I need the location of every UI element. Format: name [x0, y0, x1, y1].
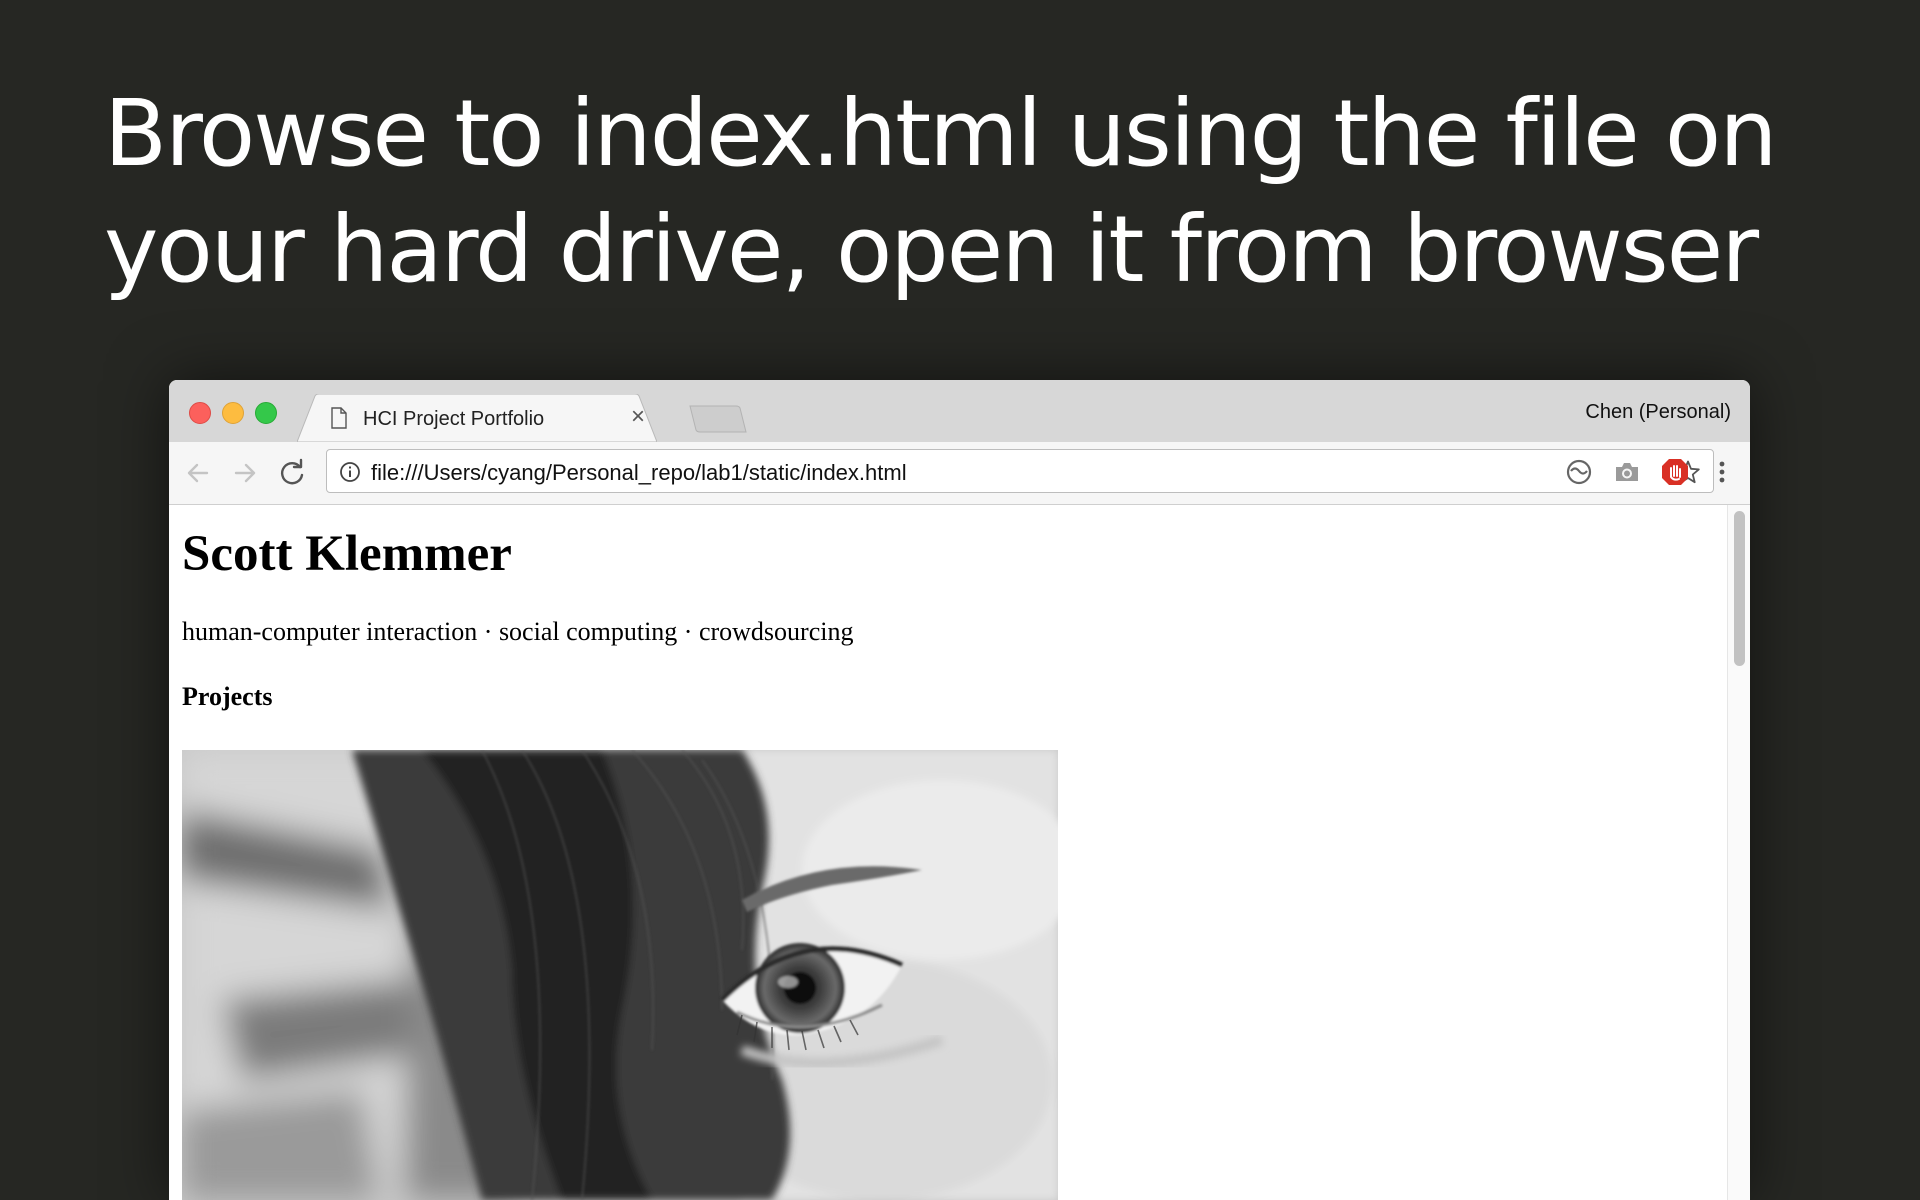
close-window-button[interactable] [189, 402, 211, 424]
url-text[interactable]: file:///Users/cyang/Personal_repo/lab1/s… [371, 460, 907, 486]
document-icon [330, 407, 348, 434]
sync-icon[interactable] [1564, 457, 1594, 487]
slide-title-line-1: Browse to index.html using the file on [104, 80, 1778, 187]
info-icon[interactable] [339, 461, 361, 488]
browser-toolbar: file:///Users/cyang/Personal_repo/lab1/s… [169, 442, 1750, 505]
tab-strip: HCI Project Portfolio × Chen (Personal) [169, 380, 1750, 442]
tab-hci-project-portfolio[interactable]: HCI Project Portfolio × [297, 394, 657, 442]
projects-heading: Projects [182, 682, 273, 711]
slide-title-line-2: your hard drive, open it from browser [104, 196, 1759, 303]
reload-icon[interactable] [277, 458, 307, 488]
tab-title: HCI Project Portfolio [363, 408, 545, 430]
browser-window: HCI Project Portfolio × Chen (Personal) [169, 380, 1750, 1200]
scrollbar-thumb[interactable] [1734, 511, 1745, 666]
vertical-scrollbar[interactable] [1727, 505, 1750, 1200]
close-tab-icon[interactable]: × [628, 405, 648, 429]
project-image [182, 750, 1058, 1200]
new-tab-button[interactable] [689, 404, 747, 439]
slide-title: Browse to index.html using the file on y… [104, 76, 1804, 308]
forward-icon[interactable] [230, 458, 260, 488]
maximize-window-button[interactable] [255, 402, 277, 424]
page-heading: Scott Klemmer [182, 526, 512, 582]
minimize-window-button[interactable] [222, 402, 244, 424]
address-bar[interactable]: file:///Users/cyang/Personal_repo/lab1/s… [326, 449, 1714, 493]
profile-name[interactable]: Chen (Personal) [1585, 401, 1731, 424]
page-tagline: human-computer interaction · social comp… [182, 617, 854, 646]
adblock-icon[interactable] [1660, 457, 1690, 487]
back-icon[interactable] [183, 458, 213, 488]
page-viewport: Scott Klemmer human-computer interaction… [169, 505, 1750, 1200]
menu-icon[interactable] [1707, 457, 1737, 487]
camera-icon[interactable] [1612, 457, 1642, 487]
